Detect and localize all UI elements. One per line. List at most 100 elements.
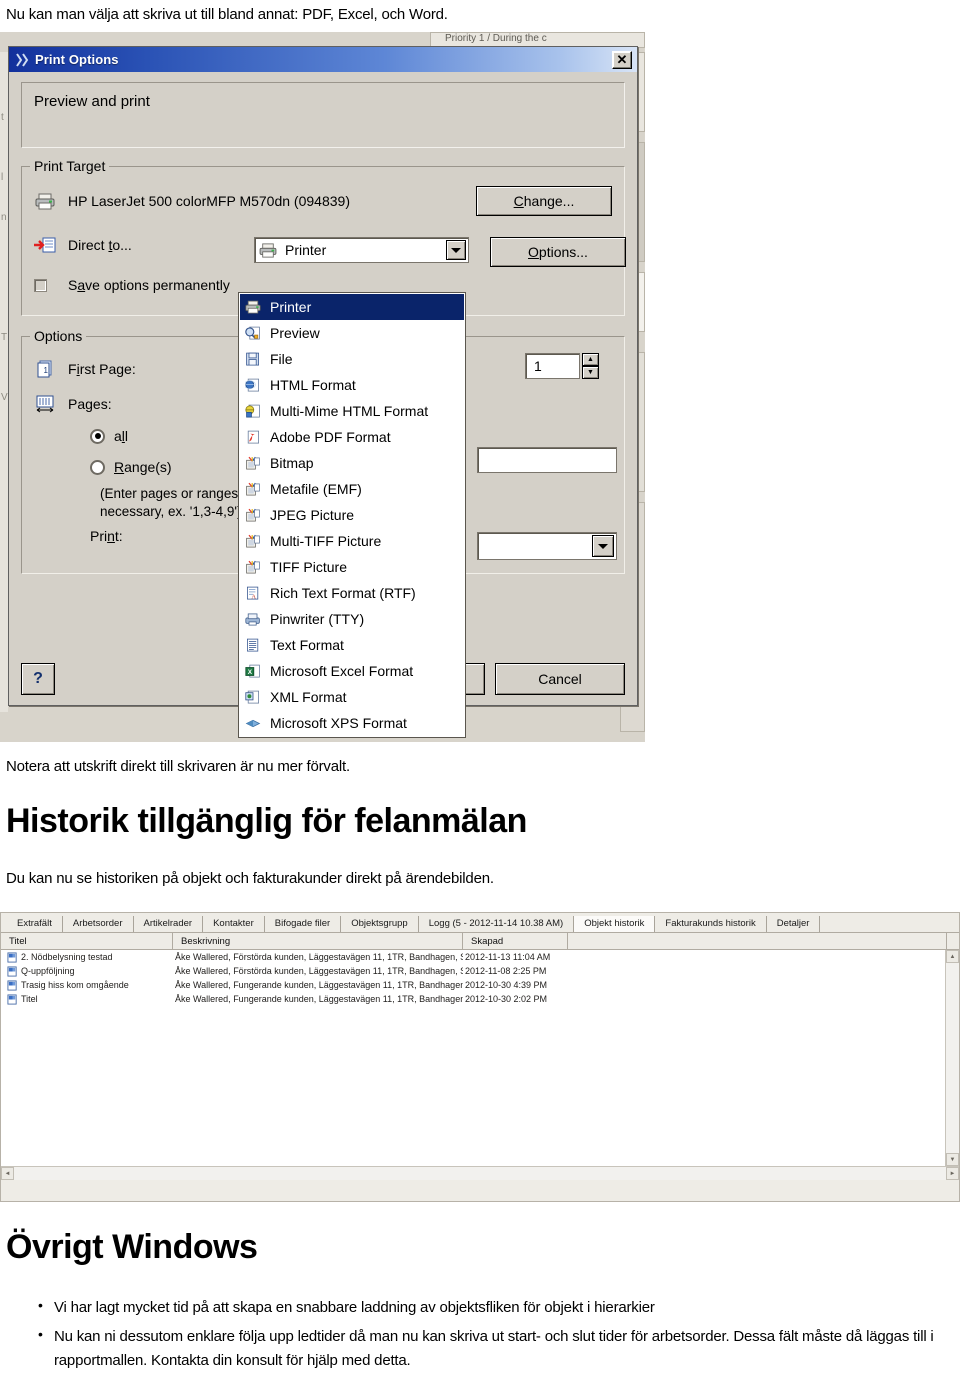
- xps-icon: [244, 714, 262, 732]
- first-page-value[interactable]: 1: [525, 353, 580, 379]
- dropdown-item-label: TIFF Picture: [270, 559, 348, 575]
- dropdown-item-text-format[interactable]: Text Format: [240, 632, 464, 658]
- printer-icon: [259, 242, 277, 258]
- close-icon[interactable]: ✕: [612, 50, 632, 69]
- dropdown-item-rich-text-format-rtf[interactable]: A Rich Text Format (RTF): [240, 580, 464, 606]
- scroll-down-icon[interactable]: ▼: [946, 1153, 959, 1166]
- dropdown-item-label: HTML Format: [270, 377, 356, 393]
- tab-arbetsorder[interactable]: Arbetsorder: [63, 915, 134, 932]
- print-combo[interactable]: [477, 532, 617, 560]
- column-header-beskrivning[interactable]: Beskrivning: [173, 932, 463, 950]
- dropdown-item-html-format[interactable]: HTML Format: [240, 372, 464, 398]
- dropdown-item-multi-tiff-picture[interactable]: Multi-TIFF Picture: [240, 528, 464, 554]
- history-grid-header: Titel Beskrivning Skapad: [1, 932, 959, 950]
- tab-logg-5-2012-11-14-10-38-am[interactable]: Logg (5 - 2012-11-14 10.38 AM): [419, 915, 575, 932]
- object-history-screenshot: Extrafält Arbetsorder Artikelrader Kontakte…: [0, 912, 960, 1202]
- cell-beskrivning: Åke Wallered, Förstörda kunden, Läggesta…: [175, 952, 463, 962]
- column-header-blank[interactable]: [568, 932, 947, 950]
- cell-skapad: 2012-11-08 2:25 PM: [465, 966, 547, 976]
- scroll-right-icon[interactable]: ►: [946, 1167, 959, 1180]
- dropdown-item-metafile-emf[interactable]: Metafile (EMF): [240, 476, 464, 502]
- heading-historik: Historik tillgänglig för felanmälan: [6, 802, 527, 840]
- pinwriter-icon: [244, 610, 262, 628]
- horizontal-scrollbar[interactable]: ◄ ►: [1, 1166, 959, 1180]
- stepper-up-icon[interactable]: ▲: [582, 353, 599, 366]
- radio-ranges[interactable]: [90, 459, 105, 475]
- help-button[interactable]: ?: [21, 663, 55, 695]
- dialog-title: Print Options: [35, 52, 119, 67]
- dropdown-item-adobe-pdf-format[interactable]: Adobe PDF Format: [240, 424, 464, 450]
- dropdown-item-preview[interactable]: Preview: [240, 320, 464, 346]
- svg-text:A: A: [251, 593, 256, 600]
- tab-detaljer[interactable]: Detaljer: [767, 915, 821, 932]
- tab-fakturakunds-historik[interactable]: Fakturakunds historik: [655, 915, 767, 932]
- options-legend: Options: [30, 328, 87, 344]
- tab-kontakter[interactable]: Kontakter: [203, 915, 265, 932]
- bitmap-icon: [244, 506, 262, 524]
- table-row[interactable]: Trasig hiss kom omgående Åke Wallered, Fu…: [1, 978, 959, 992]
- document-icon: [1, 965, 19, 977]
- tab-bifogade-filer[interactable]: Bifogade filer: [265, 915, 342, 932]
- list-item: Vi har lagt mycket tid på att skapa en s…: [30, 1295, 940, 1319]
- scroll-left-icon[interactable]: ◄: [1, 1167, 14, 1180]
- first-page-stepper[interactable]: ▲ ▼: [582, 353, 599, 379]
- tab-extraf-lt[interactable]: Extrafält: [7, 915, 63, 932]
- dropdown-item-label: Metafile (EMF): [270, 481, 362, 497]
- cell-skapad: 2012-10-30 2:02 PM: [465, 994, 548, 1004]
- cell-beskrivning: Åke Wallered, Fungerande kunden, Läggest…: [175, 980, 463, 990]
- radio-ranges-label: Range(s): [114, 459, 172, 475]
- dropdown-item-microsoft-excel-format[interactable]: X Microsoft Excel Format: [240, 658, 464, 684]
- dialog-titlebar: Print Options ✕: [9, 47, 637, 72]
- options-button[interactable]: Options...: [490, 237, 626, 267]
- table-row[interactable]: Q-uppföljning Åke Wallered, Förstörda kun…: [1, 964, 959, 978]
- cell-beskrivning: Åke Wallered, Förstörda kunden, Läggesta…: [175, 966, 463, 976]
- output-target-dropdown[interactable]: Printer Preview File HTML Format Multi-Mime …: [238, 292, 466, 738]
- preview-icon: [244, 324, 262, 342]
- cell-titel: Trasig hiss kom omgående: [21, 980, 129, 990]
- printer-icon: [34, 191, 56, 211]
- dropdown-item-multi-mime-html-format[interactable]: Multi-Mime HTML Format: [240, 398, 464, 424]
- dropdown-item-jpeg-picture[interactable]: JPEG Picture: [240, 502, 464, 528]
- radio-all-label: all: [114, 428, 129, 444]
- dropdown-item-label: Bitmap: [270, 455, 314, 471]
- column-header-titel[interactable]: Titel: [1, 932, 173, 950]
- history-grid-body[interactable]: 2. Nödbelysning testad Åke Wallered, Förs…: [1, 950, 959, 1166]
- bitmap-icon: [244, 532, 262, 550]
- pdf-icon: [244, 428, 262, 446]
- print-target-legend: Print Target: [30, 158, 110, 174]
- dropdown-item-microsoft-xps-format[interactable]: Microsoft XPS Format: [240, 710, 464, 736]
- cell-titel: 2. Nödbelysning testad: [21, 952, 113, 962]
- dropdown-item-file[interactable]: File: [240, 346, 464, 372]
- dropdown-item-bitmap[interactable]: Bitmap: [240, 450, 464, 476]
- dropdown-item-printer[interactable]: Printer: [240, 294, 464, 320]
- stepper-down-icon[interactable]: ▼: [582, 366, 599, 379]
- dropdown-item-pinwriter-tty[interactable]: Pinwriter (TTY): [240, 606, 464, 632]
- print-options-screenshot: Priority 1 / During the c t l n T V Prin…: [0, 32, 645, 742]
- chevron-down-icon[interactable]: [592, 535, 614, 557]
- dropdown-item-tiff-picture[interactable]: TIFF Picture: [240, 554, 464, 580]
- history-tabstrip[interactable]: Extrafält Arbetsorder Artikelrader Kontakte…: [1, 913, 959, 933]
- preview-and-print-label: Preview and print: [34, 93, 150, 110]
- table-row[interactable]: 2. Nödbelysning testad Åke Wallered, Förs…: [1, 950, 959, 964]
- save-options-checkbox[interactable]: [33, 278, 47, 292]
- vertical-scrollbar[interactable]: ▲ ▼: [945, 950, 959, 1166]
- radio-all[interactable]: [90, 428, 105, 444]
- tab-objekt-historik[interactable]: Objekt historik: [574, 915, 656, 932]
- document-page: Nu kan man välja att skriva ut till blan…: [0, 0, 960, 1376]
- direct-to-label: Direct to...: [68, 237, 132, 253]
- table-row[interactable]: Titel Åke Wallered, Fungerande kunden, Lä…: [1, 992, 959, 1006]
- tab-artikelrader[interactable]: Artikelrader: [134, 915, 204, 932]
- ranges-input[interactable]: [477, 447, 617, 473]
- bitmap-icon: [244, 480, 262, 498]
- tab-objektsgrupp[interactable]: Objektsgrupp: [341, 915, 419, 932]
- change-button[interactable]: Change...: [476, 186, 612, 216]
- column-header-skapad[interactable]: Skapad: [463, 932, 568, 950]
- bg-strip-left: [0, 52, 8, 712]
- chevron-down-icon[interactable]: [446, 240, 466, 260]
- dropdown-item-xml-format[interactable]: XML Format: [240, 684, 464, 710]
- scroll-up-icon[interactable]: ▲: [946, 950, 959, 963]
- cancel-button[interactable]: Cancel: [495, 663, 625, 695]
- intro-paragraph: Nu kan man välja att skriva ut till blan…: [6, 6, 448, 23]
- output-target-combo[interactable]: Printer: [254, 237, 469, 263]
- direct-to-icon: [34, 235, 56, 255]
